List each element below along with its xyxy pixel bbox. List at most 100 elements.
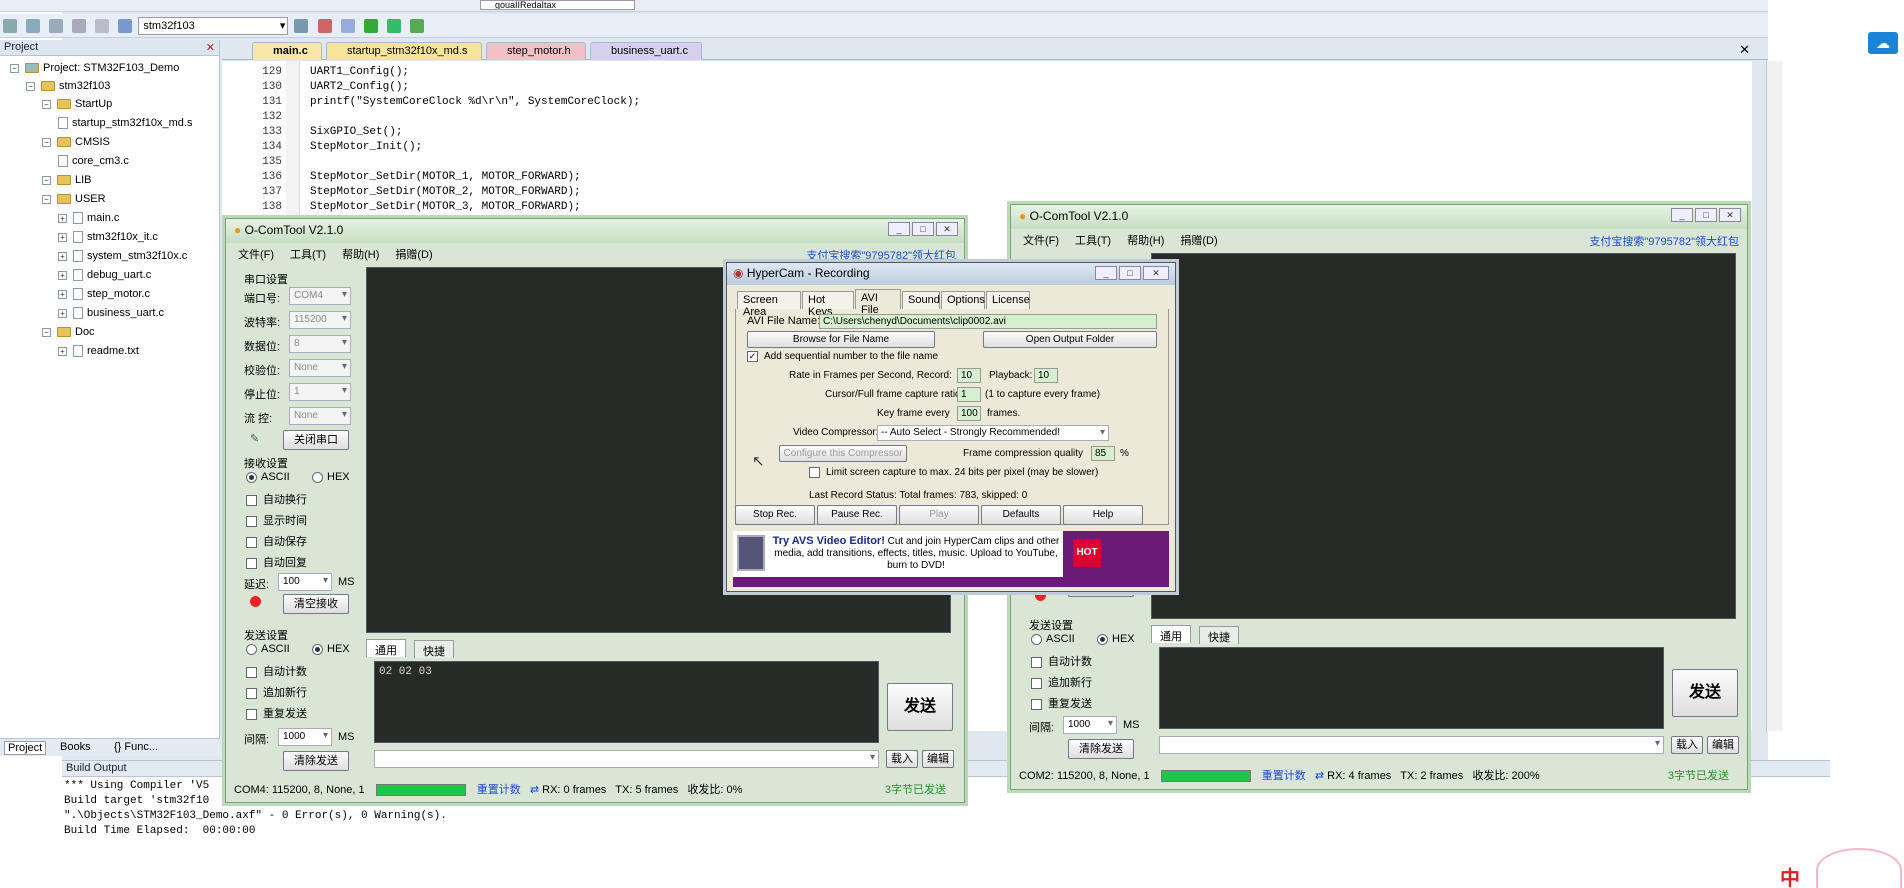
maximize-button[interactable]: □ bbox=[1695, 208, 1717, 222]
tab-quick[interactable]: 快捷 bbox=[414, 640, 454, 658]
hypercam-tab-0[interactable]: Screen Area bbox=[737, 291, 801, 318]
limit-checkbox[interactable]: Limit screen capture to max. 24 bits per… bbox=[809, 467, 1098, 478]
menu-tools[interactable]: 工具(T) bbox=[290, 249, 326, 261]
options-icon[interactable] bbox=[409, 19, 424, 33]
field-select-0[interactable]: COM4 bbox=[289, 287, 351, 305]
expand-icon[interactable]: + bbox=[58, 213, 67, 223]
expand-icon[interactable]: + bbox=[58, 308, 67, 318]
tree-folder-lib[interactable]: − LIB bbox=[42, 172, 92, 188]
field-select-3[interactable]: None bbox=[289, 359, 351, 377]
recv-option-checkbox[interactable]: 显示时间 bbox=[246, 512, 307, 528]
reset-count-link[interactable]: 重置计数 bbox=[477, 784, 521, 796]
editor-tab-0[interactable]: main.c bbox=[252, 42, 322, 60]
toolbar-combo[interactable]: gouaIIRedaItax bbox=[480, 0, 635, 10]
send-button[interactable]: 发送 bbox=[887, 683, 953, 731]
field-select-4[interactable]: 1 bbox=[289, 383, 351, 401]
rte-icon[interactable] bbox=[386, 19, 401, 33]
recv-hex-radio[interactable]: HEX bbox=[312, 471, 350, 483]
hypercam-tab-1[interactable]: Hot Keys bbox=[802, 291, 854, 318]
tree-file-main-c[interactable]: + main.c bbox=[58, 210, 119, 226]
send-ascii-radio[interactable]: ASCII bbox=[1031, 633, 1075, 645]
tab-functions[interactable]: {} Func... bbox=[114, 741, 158, 753]
key-frame-input[interactable]: 100 bbox=[957, 406, 981, 421]
close-port-button[interactable]: 关闭串口 bbox=[283, 430, 349, 450]
menu-donate[interactable]: 捐赠(D) bbox=[395, 249, 432, 261]
recv-option-checkbox[interactable]: 自动换行 bbox=[246, 491, 307, 507]
tree-file-startup-stm32f10x-md-s[interactable]: startup_stm32f10x_md.s bbox=[58, 115, 192, 131]
expand-icon[interactable]: + bbox=[58, 270, 67, 280]
tree-folder-doc[interactable]: − Doc bbox=[42, 324, 95, 340]
tab-quick[interactable]: 快捷 bbox=[1199, 626, 1239, 644]
hypercam-btn-0[interactable]: Stop Rec. bbox=[735, 505, 815, 525]
maximize-button[interactable]: □ bbox=[912, 222, 934, 236]
tree-file-readme-txt[interactable]: + readme.txt bbox=[58, 343, 139, 359]
playback-rate-input[interactable]: 10 bbox=[1034, 368, 1058, 383]
expand-icon[interactable]: + bbox=[58, 251, 67, 261]
tree-root[interactable]: − Project: STM32F103_Demo bbox=[10, 60, 179, 76]
ad-link[interactable]: 支付宝搜索"9795782"领大红包 bbox=[806, 247, 956, 263]
tree-target[interactable]: − stm32f103 bbox=[26, 78, 110, 94]
clear-send-button[interactable]: 清除发送 bbox=[1068, 739, 1134, 759]
compressor-select[interactable]: -- Auto Select - Strongly Recommended! bbox=[877, 425, 1109, 441]
field-select-5[interactable]: None bbox=[289, 407, 351, 425]
quality-input[interactable]: 85 bbox=[1091, 446, 1115, 461]
editor-tab-3[interactable]: business_uart.c bbox=[590, 42, 702, 60]
hypercam-tab-4[interactable]: Options bbox=[941, 291, 985, 309]
editor-tab-2[interactable]: step_motor.h bbox=[486, 42, 586, 60]
batch-build-icon[interactable] bbox=[72, 19, 87, 33]
send-option-checkbox[interactable]: 追加新行 bbox=[246, 684, 307, 700]
target-options-icon[interactable] bbox=[294, 19, 309, 33]
record-rate-input[interactable]: 10 bbox=[957, 368, 981, 383]
send-option-checkbox[interactable]: 自动计数 bbox=[1031, 653, 1092, 669]
expand-icon[interactable]: + bbox=[58, 289, 67, 299]
translate-icon[interactable] bbox=[3, 19, 17, 33]
tab-general[interactable]: 通用 bbox=[366, 639, 406, 657]
collapse-icon[interactable]: − bbox=[42, 175, 51, 185]
menu-donate[interactable]: 捐赠(D) bbox=[1180, 235, 1217, 247]
interval-spinner[interactable]: 1000 bbox=[278, 728, 332, 746]
minimize-button[interactable]: _ bbox=[1671, 208, 1693, 222]
history-select[interactable] bbox=[374, 750, 879, 768]
target-select[interactable]: stm32f103 ▾ bbox=[138, 17, 289, 35]
send-option-checkbox[interactable]: 重复发送 bbox=[246, 705, 307, 721]
collapse-icon[interactable]: − bbox=[42, 194, 51, 204]
close-button[interactable]: ✕ bbox=[1719, 208, 1741, 222]
ad-link[interactable]: 支付宝搜索"9795782"领大红包 bbox=[1589, 233, 1739, 249]
recv-ascii-radio[interactable]: ASCII bbox=[246, 471, 290, 483]
ratio-input[interactable]: 1 bbox=[957, 387, 981, 402]
edit-button[interactable]: 编辑 bbox=[922, 750, 954, 768]
send-hex-radio[interactable]: HEX bbox=[312, 643, 350, 655]
menu-tools[interactable]: 工具(T) bbox=[1075, 235, 1111, 247]
seq-checkbox[interactable]: ✓ Add sequential number to the file name bbox=[747, 351, 938, 362]
avi-path-input[interactable]: C:\Users\chenyd\Documents\clip0002.avi bbox=[819, 314, 1157, 329]
tree-file-debug-uart-c[interactable]: + debug_uart.c bbox=[58, 267, 151, 283]
delay-spinner[interactable]: 100 bbox=[278, 573, 332, 591]
close-button[interactable]: ✕ bbox=[936, 222, 958, 236]
tree-file-system-stm32f10x-c[interactable]: + system_stm32f10x.c bbox=[58, 248, 187, 264]
file-extensions-icon[interactable] bbox=[340, 19, 355, 33]
close-button[interactable]: ✕ bbox=[1143, 266, 1169, 280]
edit-button[interactable]: 编辑 bbox=[1707, 736, 1739, 754]
menu-file[interactable]: 文件(F) bbox=[238, 249, 274, 261]
download-icon[interactable] bbox=[118, 19, 133, 33]
configure-compressor-button[interactable]: Configure this Compressor bbox=[779, 445, 907, 462]
build-icon[interactable] bbox=[26, 19, 41, 33]
hypercam-btn-1[interactable]: Pause Rec. bbox=[817, 505, 897, 525]
field-select-2[interactable]: 8 bbox=[289, 335, 351, 353]
rebuild-icon[interactable] bbox=[49, 19, 64, 33]
reset-count-link[interactable]: 重置计数 bbox=[1262, 770, 1306, 782]
cloud-sync-icon[interactable]: ☁ bbox=[1868, 32, 1898, 54]
send-option-checkbox[interactable]: 自动计数 bbox=[246, 663, 307, 679]
send-option-checkbox[interactable]: 重复发送 bbox=[1031, 695, 1092, 711]
recv-option-checkbox[interactable]: 自动回复 bbox=[246, 554, 307, 570]
tab-general[interactable]: 通用 bbox=[1151, 625, 1191, 643]
ad-banner[interactable]: Try AVS Video Editor! Cut and join Hyper… bbox=[733, 531, 1169, 587]
expand-icon[interactable]: + bbox=[58, 346, 67, 356]
tab-books[interactable]: Books bbox=[60, 741, 91, 753]
menu-help[interactable]: 帮助(H) bbox=[1127, 235, 1164, 247]
editor-tab-1[interactable]: startup_stm32f10x_md.s bbox=[326, 42, 482, 60]
tree-file-stm32f10x-it-c[interactable]: + stm32f10x_it.c bbox=[58, 229, 158, 245]
hypercam-btn-2[interactable]: Play bbox=[899, 505, 979, 525]
history-select[interactable] bbox=[1159, 736, 1664, 754]
minimize-button[interactable]: _ bbox=[888, 222, 910, 236]
